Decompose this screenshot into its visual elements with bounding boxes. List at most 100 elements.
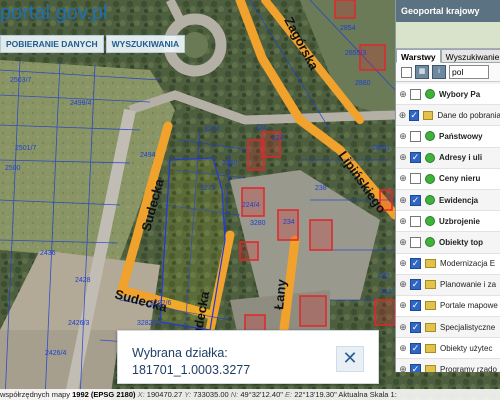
layer-item[interactable]: ⊕ Obiekty top bbox=[396, 232, 500, 254]
layer-item[interactable]: ⊕ ✓ Specjalistyczne bbox=[396, 317, 500, 339]
language-select[interactable]: pol bbox=[449, 65, 489, 79]
parcel-number: 2494 bbox=[140, 152, 156, 159]
layer-label: Ewidencja bbox=[439, 195, 479, 205]
layer-item[interactable]: ⊕ Uzbrojenie bbox=[396, 211, 500, 233]
x-value: 190470.27 bbox=[146, 390, 183, 399]
menu-download-data[interactable]: POBIERANIE DANYCH bbox=[0, 35, 104, 53]
layer-checkbox[interactable]: ✓ bbox=[410, 300, 421, 312]
layer-item[interactable]: ⊕ ✓ Planowanie i za bbox=[396, 274, 500, 296]
parcel-number: 244 bbox=[380, 289, 392, 296]
layer-checkbox[interactable]: ✓ bbox=[410, 258, 421, 270]
parcel-number: 3280 bbox=[250, 220, 266, 227]
expand-icon[interactable]: ⊕ bbox=[398, 364, 408, 372]
expand-icon[interactable]: ⊕ bbox=[398, 173, 408, 184]
logo-main: portal bbox=[0, 2, 51, 24]
expand-icon[interactable]: ⊕ bbox=[398, 237, 408, 248]
menu-search[interactable]: WYSZUKIWANIA bbox=[105, 35, 186, 53]
layer-checkbox[interactable]: ✓ bbox=[410, 342, 421, 354]
expand-icon[interactable]: ⊕ bbox=[398, 152, 408, 163]
layer-label: Wybory Pa bbox=[439, 89, 481, 99]
status-prefix: współrzędnych mapy bbox=[0, 390, 71, 399]
folder-icon bbox=[425, 343, 436, 353]
status-dot-icon bbox=[425, 237, 435, 248]
layer-checkbox[interactable]: ✓ bbox=[410, 364, 421, 372]
layer-item[interactable]: ⊕ Wybory Pa bbox=[396, 84, 500, 106]
layer-checkbox[interactable]: ✓ bbox=[410, 152, 421, 164]
layer-checkbox[interactable]: ✓ bbox=[410, 321, 421, 333]
layer-checkbox[interactable] bbox=[410, 173, 421, 185]
expand-icon[interactable]: ⊕ bbox=[398, 195, 408, 206]
folder-icon bbox=[425, 365, 436, 372]
expand-icon[interactable]: ⊕ bbox=[398, 322, 408, 333]
layer-item[interactable]: ⊕ Państwowy bbox=[396, 126, 500, 148]
layer-info-icon[interactable]: i bbox=[432, 65, 446, 79]
layers-list: ⊕ Wybory Pa ⊕ ✓ Dane do pobrania ⊕ Państwowy ⊕ ✓… bbox=[396, 82, 500, 372]
x-label: X: bbox=[137, 390, 145, 399]
parcel-number: 3282/6 bbox=[150, 300, 172, 307]
layer-checkbox[interactable] bbox=[410, 236, 421, 248]
overview-minimap[interactable] bbox=[396, 22, 500, 49]
layer-item[interactable]: ⊕ ✓ Programy rządo bbox=[396, 359, 500, 372]
e-label: E: bbox=[285, 390, 293, 399]
parcel-number: 224 bbox=[255, 125, 267, 132]
scale-label: Aktualna Skala 1: bbox=[338, 390, 397, 399]
parcel-number: 3274 bbox=[204, 126, 220, 133]
expand-icon[interactable]: ⊕ bbox=[398, 110, 407, 121]
layer-label: Dane do pobrania bbox=[437, 110, 500, 120]
expand-icon[interactable]: ⊕ bbox=[398, 131, 408, 142]
parcel-number: 2501/7 bbox=[15, 145, 37, 152]
layer-checkbox[interactable] bbox=[410, 130, 421, 142]
status-dot-icon bbox=[425, 216, 435, 227]
parcel-number: 2860 bbox=[355, 80, 371, 87]
layers-toolbar: ▦ i pol bbox=[396, 63, 500, 82]
status-dot-icon bbox=[425, 173, 435, 184]
select-all-checkbox[interactable] bbox=[401, 66, 412, 78]
panel-tabs: Warstwy Wyszukiwanie bbox=[396, 49, 500, 63]
n-label: N: bbox=[230, 390, 239, 399]
layer-item[interactable]: ⊕ ✓ Dane do pobrania bbox=[396, 105, 500, 127]
folder-icon bbox=[425, 280, 436, 290]
layer-label: Specjalistyczne bbox=[440, 322, 496, 332]
close-popup-button[interactable]: ✕ bbox=[336, 346, 364, 372]
parcel-number: 3275 bbox=[200, 185, 216, 192]
parcel-number: 2851/ bbox=[372, 145, 390, 152]
geoportal-logo[interactable]: portal.gov.pl bbox=[0, 2, 107, 25]
parcel-number: 2426/4 bbox=[45, 350, 67, 357]
logo-suffix: .gov.pl bbox=[50, 2, 108, 24]
parcel-number: 238 bbox=[315, 185, 327, 192]
layer-checkbox[interactable]: ✓ bbox=[410, 194, 421, 206]
parcel-number: 2503/7 bbox=[10, 77, 32, 84]
popup-text: Wybrana działka: 181701_1.0003.3277 bbox=[132, 345, 250, 379]
layer-label: Obiekty użytec bbox=[440, 343, 493, 353]
top-menu: POBIERANIE DANYCH WYSZUKIWANIA bbox=[0, 35, 186, 53]
layer-item[interactable]: ⊕ ✓ Adresy i uli bbox=[396, 147, 500, 169]
expand-icon[interactable]: ⊕ bbox=[398, 279, 408, 290]
layer-item[interactable]: ⊕ ✓ Modernizacja E bbox=[396, 253, 500, 275]
folder-icon bbox=[423, 110, 434, 120]
layer-checkbox[interactable]: ✓ bbox=[409, 109, 420, 121]
selected-parcel-popup: Wybrana działka: 181701_1.0003.3277 ✕ bbox=[117, 330, 379, 384]
parcel-number: 234 bbox=[283, 219, 295, 226]
folder-icon bbox=[425, 322, 436, 332]
map-legend-icon[interactable]: ▦ bbox=[415, 65, 429, 79]
expand-icon[interactable]: ⊕ bbox=[398, 258, 408, 269]
parcel-number: 2500 bbox=[5, 165, 21, 172]
expand-icon[interactable]: ⊕ bbox=[398, 343, 408, 354]
layer-checkbox[interactable] bbox=[410, 215, 421, 227]
y-label: Y: bbox=[184, 390, 192, 399]
status-dot-icon bbox=[425, 195, 435, 206]
layer-item[interactable]: ⊕ ✓ Portale mapowe bbox=[396, 295, 500, 318]
layer-label: Obiekty top bbox=[439, 237, 484, 247]
layer-item[interactable]: ⊕ ✓ Ewidencja bbox=[396, 189, 500, 212]
layer-label: Modernizacja E bbox=[440, 259, 496, 269]
layer-checkbox[interactable]: ✓ bbox=[410, 279, 421, 291]
layer-item[interactable]: ⊕ ✓ Obiekty użytec bbox=[396, 338, 500, 360]
tab-search[interactable]: Wyszukiwanie bbox=[440, 49, 500, 63]
expand-icon[interactable]: ⊕ bbox=[398, 216, 408, 227]
status-dot-icon bbox=[425, 89, 435, 100]
layer-item[interactable]: ⊕ Ceny nieru bbox=[396, 168, 500, 190]
expand-icon[interactable]: ⊕ bbox=[398, 300, 408, 311]
layer-checkbox[interactable] bbox=[410, 88, 421, 100]
expand-icon[interactable]: ⊕ bbox=[398, 89, 408, 100]
tab-layers[interactable]: Warstwy bbox=[396, 49, 441, 63]
